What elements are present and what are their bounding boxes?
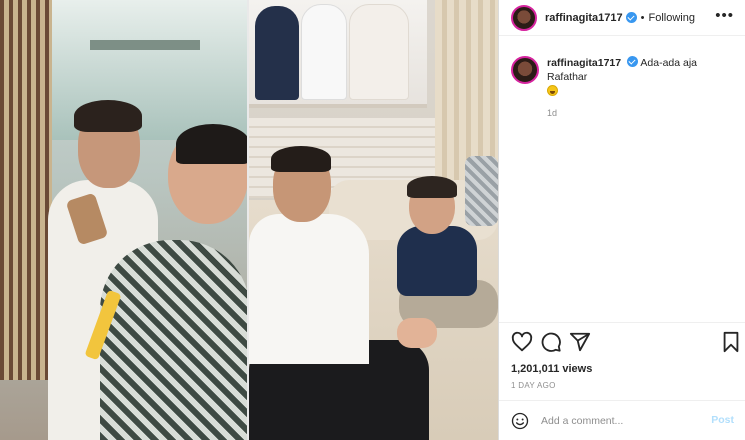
avatar[interactable]	[511, 4, 537, 31]
grinning-face-emoji-icon	[547, 85, 558, 96]
post-media[interactable]	[0, 0, 498, 440]
action-bar: 1,201,011 views 1 DAY AGO Post	[499, 322, 745, 432]
man-hair	[271, 146, 331, 172]
emoji-picker-icon[interactable]	[511, 412, 529, 430]
caption-body: raffinagita1717 Ada-ada aja Rafathar 1d	[547, 56, 735, 120]
caption-username[interactable]: raffinagita1717	[547, 57, 621, 69]
boy-hair	[407, 176, 457, 198]
bookmark-icon[interactable]	[720, 331, 742, 353]
woman-hair	[176, 124, 247, 164]
relative-time: 1d	[547, 108, 558, 118]
boy-figure	[397, 226, 477, 296]
heart-icon[interactable]	[511, 331, 533, 353]
comment-input[interactable]	[541, 414, 691, 427]
wall-shelf	[90, 40, 200, 50]
video-frame-right	[249, 0, 498, 440]
view-count[interactable]: 1,201,011 views	[511, 363, 592, 375]
photo-figure	[301, 4, 347, 100]
post-header: raffinagita1717 • Following •••	[499, 0, 745, 36]
more-options-icon[interactable]: •••	[715, 8, 734, 23]
verified-badge-icon	[625, 12, 637, 23]
post-sidebar: raffinagita1717 • Following ••• raffinag…	[498, 0, 745, 440]
verified-badge-icon	[627, 56, 639, 67]
man-hair	[74, 100, 142, 132]
username-link[interactable]: raffinagita1717	[545, 12, 623, 24]
woman-figure	[100, 240, 247, 440]
man-figure	[249, 214, 369, 364]
share-icon[interactable]	[569, 331, 591, 353]
video-frame-left	[0, 0, 249, 440]
post-timestamp: 1 DAY AGO	[511, 381, 556, 390]
post-comment-button[interactable]: Post	[711, 414, 734, 426]
family-photo-frame	[249, 0, 427, 108]
cushion	[465, 156, 498, 226]
comment-bar: Post	[499, 400, 745, 440]
photo-figure	[349, 4, 409, 100]
avatar[interactable]	[511, 56, 539, 84]
wooden-door	[0, 0, 52, 380]
following-button[interactable]: Following	[649, 12, 695, 24]
boy-feet	[397, 318, 437, 348]
comment-icon[interactable]	[540, 331, 562, 353]
photo-figure	[255, 6, 299, 100]
separator-dot: •	[640, 11, 645, 24]
caption: raffinagita1717 Ada-ada aja Rafathar 1d	[511, 56, 735, 120]
